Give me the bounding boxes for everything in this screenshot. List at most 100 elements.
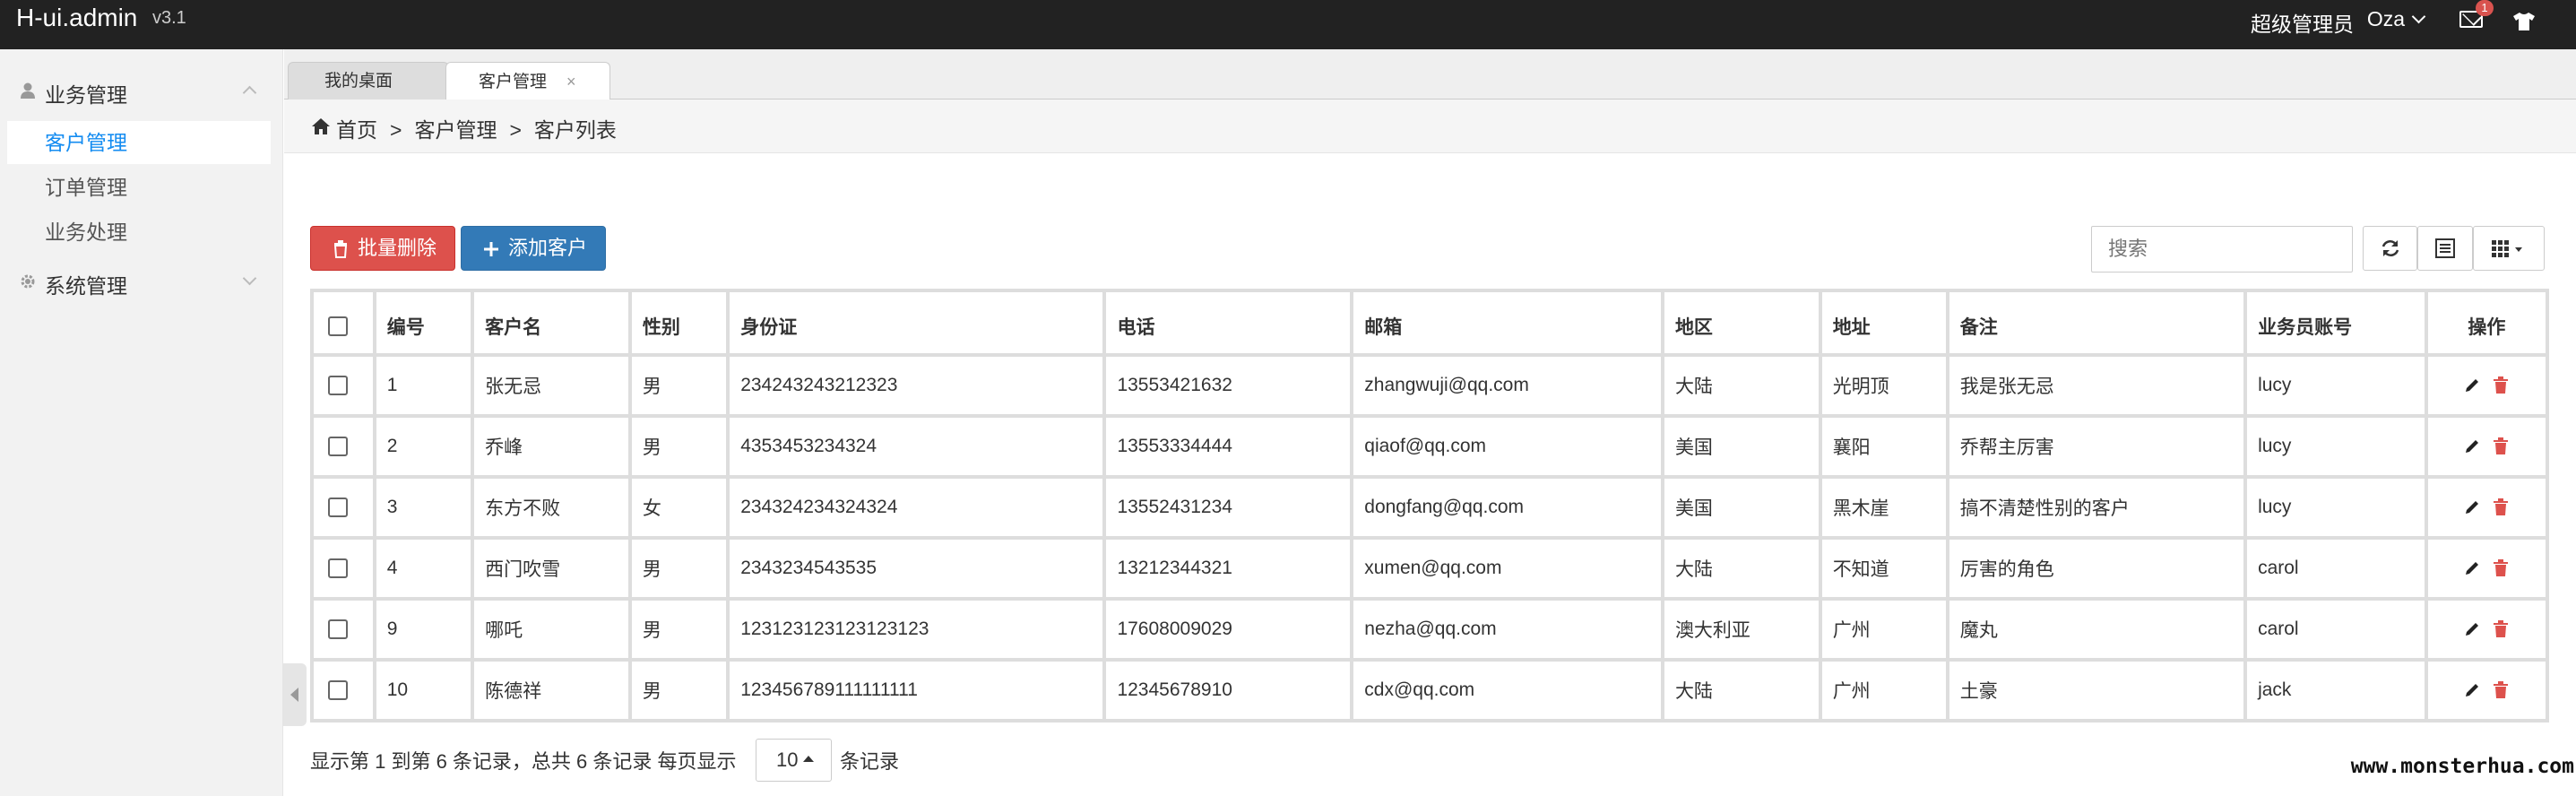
table-cell: 美国	[1660, 414, 1822, 479]
user-role: 超级管理员	[2251, 13, 2354, 36]
table-cell: 男	[627, 536, 730, 601]
column-header[interactable]: 业务员账号	[2243, 289, 2428, 357]
table-cell: 17608009029	[1102, 597, 1354, 662]
column-header[interactable]: 地区	[1660, 289, 1822, 357]
page-size-select[interactable]: 10	[756, 739, 832, 782]
table-cell: 123456789111111111	[726, 658, 1107, 722]
breadcrumb-home[interactable]: 首页	[336, 118, 377, 142]
table-cell: 我是张无忌	[1945, 353, 2248, 418]
column-header[interactable]: 邮箱	[1350, 289, 1664, 357]
toggle-list-view-button[interactable]	[2417, 226, 2473, 271]
sidebar-group-business[interactable]: 业务管理	[0, 66, 283, 111]
breadcrumb-current: 客户列表	[533, 118, 617, 142]
column-header[interactable]: 身份证	[726, 289, 1107, 357]
refresh-icon	[2382, 240, 2399, 256]
watermark: www.monsterhua.com	[2350, 755, 2574, 778]
row-select-cell	[310, 353, 376, 418]
row-actions	[2424, 353, 2550, 418]
column-header[interactable]: 备注	[1945, 289, 2248, 357]
brand-logo[interactable]: H-ui.admin	[16, 4, 137, 32]
sidebar-collapse-handle[interactable]	[283, 663, 307, 726]
edit-pencil-icon[interactable]	[2464, 621, 2480, 637]
row-checkbox[interactable]	[328, 497, 348, 518]
row-checkbox[interactable]	[328, 558, 348, 579]
table-row[interactable]: 9 哪吒男 123123123123123123 17608009029 nezha@q…	[310, 597, 2550, 662]
search-input[interactable]	[2091, 226, 2353, 273]
table-row[interactable]: 1 张无忌男 234243243212323 13553421632 zhangwuji…	[310, 353, 2550, 418]
edit-pencil-icon[interactable]	[2464, 438, 2480, 454]
table-cell: carol	[2243, 536, 2428, 601]
trash-icon[interactable]	[2493, 498, 2509, 516]
edit-pencil-icon[interactable]	[2464, 560, 2480, 576]
table-cell: 襄阳	[1818, 414, 1949, 479]
button-label: 添加客户	[508, 237, 588, 259]
table-cell: 9	[372, 597, 475, 662]
table-cell: 13212344321	[1102, 536, 1354, 601]
tab-customers[interactable]: 客户管理 ×	[445, 62, 610, 100]
column-header[interactable]: 客户名	[471, 289, 632, 357]
user-menu[interactable]: Oza	[2366, 7, 2426, 31]
table-row[interactable]: 3 东方不败女 234324234324324 13552431234 dongfang…	[310, 475, 2550, 540]
skin-shirt-icon[interactable]	[2511, 12, 2537, 31]
edit-pencil-icon[interactable]	[2464, 499, 2480, 515]
sidebar-item-business-process[interactable]: 业务处理	[7, 211, 271, 254]
table-cell: 3	[372, 475, 475, 540]
column-header[interactable]: 编号	[372, 289, 475, 357]
breadcrumb: 首页 > 客户管理 > 客户列表	[284, 100, 2576, 153]
table-cell: 12345678910	[1102, 658, 1354, 722]
table-row[interactable]: 2 乔峰男 4353453234324 13553334444 qiaof@qq.com…	[310, 414, 2550, 479]
grid-icon	[2492, 240, 2522, 257]
customer-table: 编号 客户名 性别 身份证 电话 邮箱 地区 地址 备注 业务员账号 操作 1张…	[310, 289, 2550, 722]
row-checkbox[interactable]	[328, 376, 348, 396]
table-row[interactable]: 4 西门吹雪男 2343234543535 13212344321 xumen@qq.c…	[310, 536, 2550, 601]
table-cell: 搞不清楚性别的客户	[1945, 475, 2248, 540]
table-cell: 2	[372, 414, 475, 479]
trash-icon[interactable]	[2493, 559, 2509, 577]
row-checkbox[interactable]	[328, 437, 348, 457]
columns-dropdown-button[interactable]	[2473, 226, 2545, 271]
table-cell: 美国	[1660, 475, 1822, 540]
edit-pencil-icon[interactable]	[2464, 377, 2480, 394]
trash-icon[interactable]	[2493, 437, 2509, 455]
column-header[interactable]: 地址	[1818, 289, 1949, 357]
table-cell: 234243243212323	[726, 353, 1107, 418]
user-name: Oza	[2366, 7, 2405, 30]
chevron-down-icon	[2411, 9, 2426, 24]
row-checkbox[interactable]	[328, 619, 348, 640]
table-cell: 13552431234	[1102, 475, 1354, 540]
table-cell: 不知道	[1818, 536, 1949, 601]
row-select-cell	[310, 597, 376, 662]
table-cell: qiaof@qq.com	[1350, 414, 1664, 479]
select-all-checkbox[interactable]	[328, 316, 348, 337]
edit-pencil-icon[interactable]	[2464, 682, 2480, 698]
trash-icon[interactable]	[2493, 376, 2509, 394]
table-cell: 光明顶	[1818, 353, 1949, 418]
table-cell: 4353453234324	[726, 414, 1107, 479]
row-checkbox[interactable]	[328, 680, 348, 701]
table-cell: 男	[627, 658, 730, 722]
tab-desktop[interactable]: 我的桌面	[288, 62, 449, 100]
table-cell: 乔峰	[471, 414, 632, 479]
table-cell: 13553421632	[1102, 353, 1354, 418]
refresh-button[interactable]	[2363, 226, 2417, 271]
chevron-down-icon	[242, 271, 257, 286]
row-actions	[2424, 475, 2550, 540]
close-icon[interactable]: ×	[566, 63, 576, 100]
table-cell: cdx@qq.com	[1350, 658, 1664, 722]
trash-icon[interactable]	[2493, 681, 2509, 699]
trash-icon	[333, 240, 348, 258]
table-cell: 陈德祥	[471, 658, 632, 722]
sidebar-item-orders[interactable]: 订单管理	[7, 166, 271, 209]
table-cell: 男	[627, 597, 730, 662]
column-header[interactable]: 性别	[627, 289, 730, 357]
table-row[interactable]: 10 陈德祥男 123456789111111111 12345678910 cdx@q…	[310, 658, 2550, 722]
trash-icon[interactable]	[2493, 620, 2509, 638]
batch-delete-button[interactable]: 批量删除	[310, 226, 455, 271]
breadcrumb-customers[interactable]: 客户管理	[414, 118, 497, 142]
sidebar-group-system[interactable]: 系统管理	[0, 257, 283, 302]
column-header[interactable]: 电话	[1102, 289, 1354, 357]
table-cell: 女	[627, 475, 730, 540]
table-cell: 澳大利亚	[1660, 597, 1822, 662]
add-customer-button[interactable]: 添加客户	[461, 226, 606, 271]
sidebar-item-customers[interactable]: 客户管理	[7, 121, 271, 164]
